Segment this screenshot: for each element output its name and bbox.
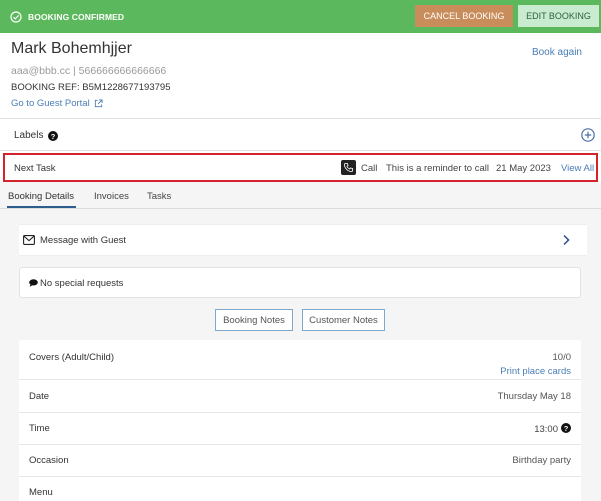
occasion-label: Occasion bbox=[29, 455, 69, 466]
date-label: Date bbox=[29, 391, 50, 402]
booking-status-text: BOOKING CONFIRMED bbox=[28, 11, 125, 22]
message-with-guest-row[interactable]: Message with Guest bbox=[19, 224, 587, 256]
help-icon[interactable]: ? bbox=[561, 423, 571, 433]
check-circle-icon bbox=[10, 10, 22, 23]
occasion-value: Birthday party bbox=[512, 455, 571, 466]
tab-booking-details[interactable]: Booking Details bbox=[8, 191, 74, 202]
time-row: Time 13:00? bbox=[19, 413, 581, 445]
help-icon[interactable]: ? bbox=[48, 130, 59, 141]
customer-notes-button[interactable]: Customer Notes bbox=[302, 309, 385, 331]
booking-status: BOOKING CONFIRMED bbox=[10, 10, 125, 23]
view-all-tasks-link[interactable]: View All bbox=[561, 163, 594, 174]
divider bbox=[0, 118, 601, 119]
add-label-icon[interactable] bbox=[581, 128, 595, 142]
occasion-row: Occasion Birthday party bbox=[19, 445, 581, 477]
time-value-wrap: 13:00? bbox=[534, 423, 571, 435]
guest-name: Mark Bohemhjjer bbox=[11, 40, 132, 57]
external-link-icon bbox=[94, 99, 103, 108]
next-task-type: Call bbox=[361, 163, 378, 174]
booking-status-bar: BOOKING CONFIRMED CANCEL BOOKING EDIT BO… bbox=[0, 0, 601, 33]
svg-text:?: ? bbox=[51, 131, 56, 140]
next-task-label: Next Task bbox=[14, 163, 56, 174]
time-value: 13:00 bbox=[534, 424, 558, 435]
tab-invoices[interactable]: Invoices bbox=[94, 191, 129, 202]
guest-portal-link[interactable]: Go to Guest Portal bbox=[11, 98, 103, 109]
booking-ref: BOOKING REF: B5M1228677193795 bbox=[11, 82, 171, 93]
booking-notes-button[interactable]: Booking Notes bbox=[215, 309, 293, 331]
next-task-message: This is a reminder to call bbox=[386, 163, 489, 174]
divider bbox=[0, 150, 601, 151]
phone-icon bbox=[341, 160, 356, 175]
next-task-date: 21 May 2023 bbox=[496, 163, 551, 174]
special-requests-text: No special requests bbox=[40, 278, 124, 289]
menu-row: Menu bbox=[19, 477, 581, 501]
next-task-bar: Next Task Call This is a reminder to cal… bbox=[3, 153, 598, 182]
message-with-guest-label: Message with Guest bbox=[40, 235, 127, 246]
print-place-cards-link[interactable]: Print place cards bbox=[500, 366, 571, 377]
cancel-booking-button[interactable]: CANCEL BOOKING bbox=[415, 5, 513, 27]
date-row: Date Thursday May 18 bbox=[19, 380, 581, 413]
date-value: Thursday May 18 bbox=[497, 391, 571, 402]
active-tab-indicator bbox=[7, 206, 76, 208]
covers-value: 10/0 bbox=[552, 352, 572, 363]
edit-booking-button[interactable]: EDIT BOOKING bbox=[518, 5, 599, 27]
tab-bar: Booking Details Invoices Tasks bbox=[0, 182, 601, 209]
labels-title: Labels bbox=[14, 130, 44, 141]
time-label: Time bbox=[29, 423, 50, 434]
guest-portal-label: Go to Guest Portal bbox=[11, 98, 90, 109]
tab-tasks[interactable]: Tasks bbox=[147, 191, 171, 202]
special-requests-card: No special requests bbox=[19, 267, 581, 298]
svg-text:?: ? bbox=[564, 424, 569, 433]
comment-icon bbox=[29, 279, 38, 287]
menu-label: Menu bbox=[29, 487, 53, 498]
envelope-icon bbox=[23, 235, 35, 245]
covers-row: Covers (Adult/Child) 10/0 Print place ca… bbox=[19, 340, 581, 380]
guest-contact: aaa@bbb.cc | 566666666666666 bbox=[11, 65, 167, 77]
covers-label: Covers (Adult/Child) bbox=[29, 352, 114, 363]
book-again-link[interactable]: Book again bbox=[532, 47, 582, 58]
labels-row: Labels ? bbox=[14, 130, 59, 141]
chevron-right-icon bbox=[563, 234, 570, 246]
